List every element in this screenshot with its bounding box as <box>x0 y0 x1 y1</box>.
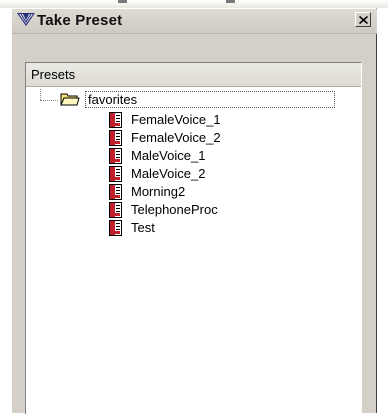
presets-panel: Presets favorites FemaleVoice_1 FemaleVo… <box>25 62 362 414</box>
preset-file-icon <box>109 112 122 128</box>
folder-label: favorites <box>85 91 335 108</box>
preset-file-icon <box>109 148 122 164</box>
tree-connector <box>40 100 58 101</box>
preset-label: MaleVoice_1 <box>131 148 206 163</box>
tree-connector <box>40 89 41 100</box>
title-bar[interactable]: Take Preset <box>12 9 377 34</box>
preset-file-icon <box>109 202 122 218</box>
close-icon <box>359 16 368 24</box>
preset-file-icon <box>109 166 122 182</box>
presets-column-header[interactable]: Presets <box>26 63 361 87</box>
preset-file-icon <box>109 184 122 200</box>
presets-header-label: Presets <box>31 67 76 82</box>
close-button[interactable] <box>355 12 371 27</box>
preset-label: FemaleVoice_2 <box>131 130 221 145</box>
preset-file-icon <box>109 130 122 146</box>
preset-label: FemaleVoice_1 <box>131 112 221 127</box>
background-mark <box>226 0 235 3</box>
preset-label: MaleVoice_2 <box>131 166 206 181</box>
background-mark <box>118 0 127 3</box>
take-preset-dialog: Take Preset Presets favorites FemaleVoic… <box>11 8 377 414</box>
preset-label: Test <box>131 220 155 235</box>
preset-label: TelephoneProc <box>131 202 218 217</box>
background-strip <box>0 0 388 8</box>
folder-open-icon <box>60 93 80 106</box>
preset-file-icon <box>109 220 122 236</box>
app-logo-icon <box>17 13 35 26</box>
preset-label: Morning2 <box>131 184 186 199</box>
dialog-title: Take Preset <box>37 12 123 29</box>
